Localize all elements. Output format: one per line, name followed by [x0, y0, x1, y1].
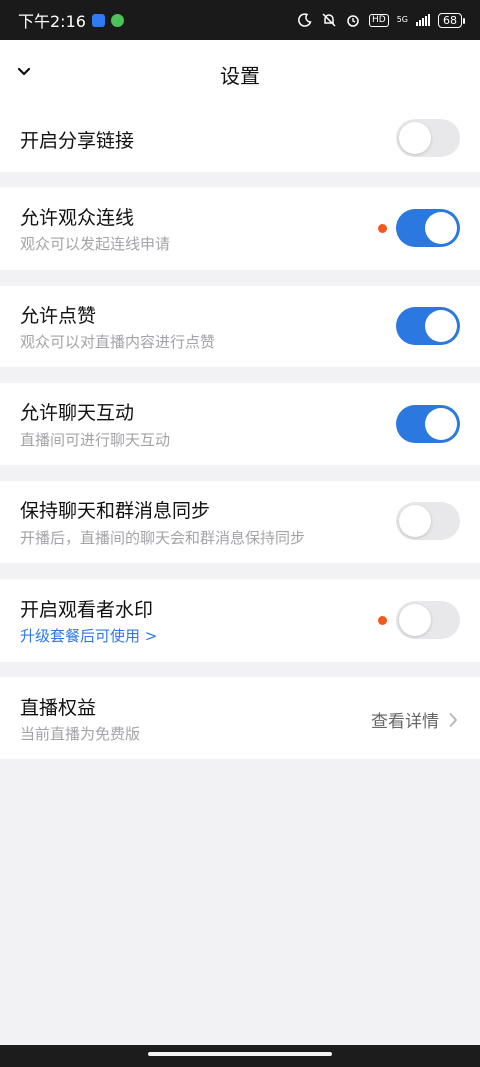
new-feature-dot — [378, 224, 387, 233]
toggle-knob — [425, 408, 457, 440]
hd-icon: HD — [369, 13, 389, 27]
page-header: 设置 — [0, 40, 480, 106]
status-time: 下午2:16 — [18, 12, 86, 31]
setting-title: 允许聊天互动 — [20, 402, 135, 424]
status-bar-left: 下午2:16 — [18, 8, 124, 32]
toggle-knob — [425, 310, 457, 342]
share-link-toggle[interactable] — [396, 119, 460, 157]
setting-row-likes: 允许点赞 观众可以对直播内容进行点赞 — [0, 286, 480, 367]
setting-title: 允许点赞 — [20, 305, 97, 327]
status-bar-right: HD 5G 68 — [297, 12, 465, 28]
setting-title: 保持聊天和群消息同步 — [20, 500, 211, 522]
toggle-knob — [399, 122, 431, 154]
chat-toggle[interactable] — [396, 405, 460, 443]
new-feature-dot — [378, 616, 387, 625]
setting-row-audience-connect: 允许观众连线 观众可以发起连线申请 — [0, 187, 480, 270]
upgrade-link[interactable]: 升级套餐后可使用 > — [20, 625, 157, 646]
setting-row-chat: 允许聊天互动 直播间可进行聊天互动 — [0, 383, 480, 465]
toggle-knob — [399, 604, 431, 636]
audience-connect-toggle[interactable] — [396, 209, 460, 247]
battery-level: 68 — [443, 13, 457, 27]
setting-subtitle: 观众可以发起连线申请 — [20, 235, 171, 253]
mute-icon — [321, 12, 337, 28]
view-details-label: 查看详情 — [371, 712, 439, 732]
setting-title: 开启分享链接 — [20, 130, 135, 152]
app-notification-icon — [91, 13, 105, 27]
network-type: 5G — [396, 15, 408, 24]
setting-row-share-link: 开启分享链接 — [0, 106, 480, 172]
toggle-knob — [425, 212, 457, 244]
watermark-toggle[interactable] — [396, 601, 460, 639]
setting-subtitle: 当前直播为免费版 — [20, 725, 141, 743]
setting-title: 允许观众连线 — [20, 207, 135, 229]
setting-row-watermark: 开启观看者水印 升级套餐后可使用 > — [0, 579, 480, 662]
setting-row-benefits[interactable]: 直播权益 当前直播为免费版 查看详情 — [0, 677, 480, 759]
setting-subtitle: 开播后，直播间的聊天会和群消息保持同步 — [20, 529, 306, 547]
setting-title: 开启观看者水印 — [20, 599, 154, 621]
network-label: 5G — [397, 16, 408, 24]
group-sync-toggle[interactable] — [396, 502, 460, 540]
page-title: 设置 — [220, 64, 260, 88]
moon-icon — [297, 12, 313, 28]
alarm-icon — [345, 12, 361, 28]
battery-icon: 68 — [438, 12, 465, 28]
system-nav-bar — [0, 1045, 480, 1067]
status-bar: 下午2:16 HD 5G 68 — [0, 0, 480, 40]
setting-subtitle: 观众可以对直播内容进行点赞 — [20, 333, 216, 351]
signal-icon — [416, 14, 430, 26]
setting-row-group-sync: 保持聊天和群消息同步 开播后，直播间的聊天会和群消息保持同步 — [0, 481, 480, 563]
chevron-right-icon — [449, 712, 457, 727]
setting-subtitle: 直播间可进行聊天互动 — [20, 431, 171, 449]
toggle-knob — [399, 505, 431, 537]
wechat-icon — [110, 13, 124, 27]
view-details-link[interactable]: 查看详情 — [371, 707, 458, 732]
home-indicator[interactable] — [148, 1052, 332, 1056]
setting-title: 直播权益 — [20, 697, 97, 719]
likes-toggle[interactable] — [396, 307, 460, 345]
